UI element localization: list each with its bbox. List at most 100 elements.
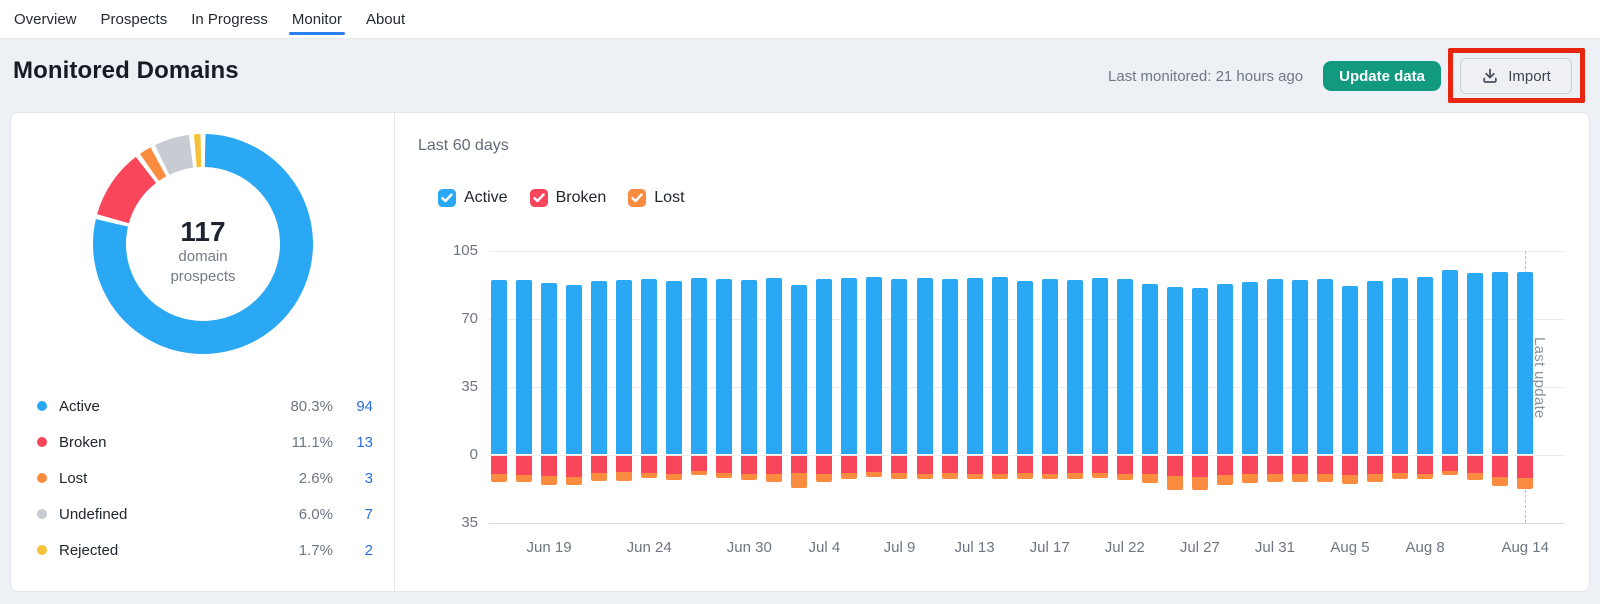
tab-monitor[interactable]: Monitor: [290, 0, 344, 38]
bar-broken: [841, 456, 857, 473]
last-update-label: Last update: [1531, 337, 1548, 419]
bar-broken: [891, 456, 907, 473]
bar-broken: [716, 456, 732, 473]
bar-broken: [1292, 456, 1308, 474]
bar-active: [716, 279, 732, 454]
bar-broken: [591, 456, 607, 473]
bar-active: [1067, 280, 1083, 454]
bar-broken: [516, 456, 532, 475]
bar-lost: [1392, 473, 1408, 480]
download-icon: [1481, 67, 1499, 85]
x-axis-tick-label: Jul 17: [1010, 539, 1090, 556]
y-axis-tick-label: 105: [406, 241, 478, 261]
bar-active: [1442, 270, 1458, 454]
bar-active: [741, 280, 757, 454]
bar-broken: [1092, 456, 1108, 473]
bar-lost: [1292, 474, 1308, 483]
bar-lost: [1242, 474, 1258, 483]
bar-active: [1242, 282, 1258, 454]
bar-lost: [1092, 473, 1108, 479]
bar-active: [1017, 281, 1033, 454]
bar-active: [1142, 284, 1158, 454]
stacked-bar-chart: 1057035035Jun 19Jun 24Jun 30Jul 4Jul 9Ju…: [11, 113, 1589, 591]
bar-broken: [566, 456, 582, 477]
bar-active: [1467, 273, 1483, 454]
bar-lost: [1067, 473, 1083, 480]
bar-lost: [1317, 474, 1333, 482]
bar-broken: [541, 456, 557, 476]
x-axis-tick-label: Jun 24: [609, 539, 689, 556]
x-axis-tick-label: Jul 9: [859, 539, 939, 556]
tab-in-progress[interactable]: In Progress: [189, 0, 270, 38]
bar-active: [616, 280, 632, 454]
tab-overview[interactable]: Overview: [12, 0, 79, 38]
bar-active: [566, 285, 582, 454]
bar-active: [1342, 286, 1358, 454]
bar-lost: [1417, 474, 1433, 480]
bar-lost: [816, 474, 832, 482]
bar-broken: [766, 456, 782, 474]
bar-lost: [1217, 475, 1233, 485]
bar-lost: [666, 474, 682, 481]
bar-lost: [1342, 475, 1358, 484]
bar-lost: [741, 474, 757, 481]
x-axis-tick-label: Aug 8: [1385, 539, 1465, 556]
bar-broken: [1342, 456, 1358, 475]
bar-broken: [866, 456, 882, 472]
bar-broken: [1067, 456, 1083, 473]
bar-broken: [691, 456, 707, 471]
y-axis-tick-label: 35: [406, 377, 478, 397]
page-title: Monitored Domains: [13, 57, 239, 85]
bar-active: [1117, 279, 1133, 454]
bar-active: [891, 279, 907, 454]
last-monitored-text: Last monitored: 21 hours ago: [1108, 68, 1303, 85]
bar-active: [816, 279, 832, 454]
bar-lost: [866, 472, 882, 478]
bar-lost: [1367, 474, 1383, 482]
x-axis-tick-label: Jun 30: [709, 539, 789, 556]
bar-broken: [1392, 456, 1408, 473]
bar-broken: [1117, 456, 1133, 474]
y-axis-tick-label: 0: [406, 445, 478, 465]
bar-lost: [841, 473, 857, 480]
bar-active: [491, 280, 507, 454]
bar-lost: [791, 473, 807, 489]
monitored-domains-page: { "tabs": [ {"label": "Overview", "activ…: [0, 0, 1600, 604]
x-axis-tick-label: Aug 14: [1485, 539, 1565, 556]
tab-prospects[interactable]: Prospects: [99, 0, 170, 38]
bar-lost: [691, 471, 707, 476]
bar-lost: [1117, 474, 1133, 481]
bar-lost: [1042, 474, 1058, 480]
x-axis-tick-label: Jul 27: [1160, 539, 1240, 556]
bar-broken: [1217, 456, 1233, 475]
bar-lost: [1442, 471, 1458, 476]
bar-active: [1367, 281, 1383, 454]
bar-lost: [1467, 473, 1483, 481]
bar-broken: [666, 456, 682, 474]
bar-broken: [1467, 456, 1483, 473]
bar-lost: [967, 474, 983, 480]
bar-lost: [891, 473, 907, 480]
bar-broken: [917, 456, 933, 474]
bar-lost: [1017, 473, 1033, 480]
bar-active: [791, 285, 807, 454]
monitored-domains-card: 117 domain prospects Active80.3%94Broken…: [10, 112, 1590, 592]
bar-broken: [1317, 456, 1333, 474]
bar-broken: [992, 456, 1008, 474]
bar-lost: [1192, 477, 1208, 490]
import-button[interactable]: Import: [1460, 58, 1572, 94]
import-button-label: Import: [1508, 68, 1551, 85]
bar-active: [1217, 284, 1233, 454]
bar-broken: [1017, 456, 1033, 473]
tab-about[interactable]: About: [364, 0, 407, 38]
bar-active: [1192, 288, 1208, 454]
bar-broken: [616, 456, 632, 472]
x-axis-tick-label: Jul 4: [784, 539, 864, 556]
bar-lost: [616, 472, 632, 482]
bar-lost: [1142, 474, 1158, 483]
bar-broken: [641, 456, 657, 473]
bar-active: [1492, 272, 1508, 454]
update-data-button[interactable]: Update data: [1323, 61, 1441, 91]
bar-active: [1317, 279, 1333, 454]
bar-broken: [1142, 456, 1158, 474]
